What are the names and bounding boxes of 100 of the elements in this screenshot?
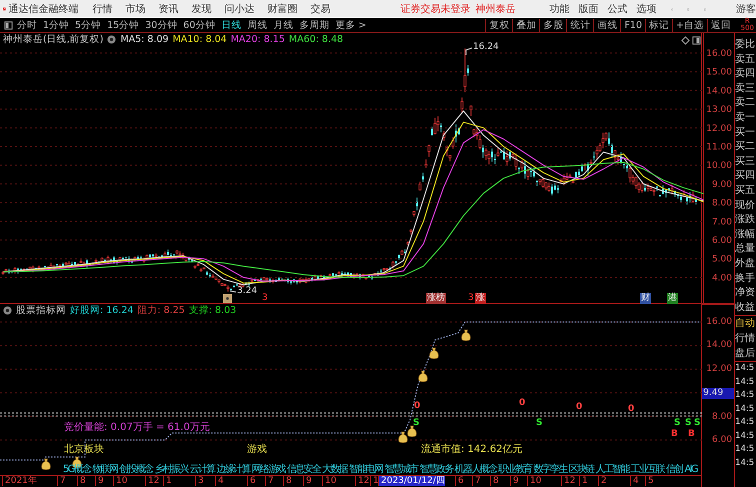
menu-item[interactable]: 财富圈 <box>268 2 298 16</box>
concept-link[interactable]: 云计算 <box>190 464 215 475</box>
concept-link[interactable]: 信创 <box>666 464 682 475</box>
signal-marker: 0 <box>576 402 582 412</box>
event-marker[interactable]: 3 <box>468 293 474 304</box>
low-price-label: 3.24 <box>237 286 258 296</box>
time-axis-label: 12 <box>145 476 160 486</box>
panel-toggle-icon[interactable] <box>692 36 701 45</box>
time-axis-label: 3 <box>195 476 204 486</box>
event-marker[interactable]: 财 <box>640 293 651 304</box>
period-tab[interactable]: 15分钟 <box>107 18 140 32</box>
concept-link[interactable]: 物联网 <box>92 464 118 475</box>
diamond-icon[interactable] <box>681 36 690 45</box>
menu-item[interactable]: 版面 <box>578 2 599 16</box>
concept-link[interactable]: 智慧城市 <box>384 464 418 475</box>
leader-line <box>466 48 472 56</box>
concept-link[interactable]: 人工智能 <box>595 464 629 475</box>
concept-link[interactable]: AIG <box>684 464 697 475</box>
money-bag-icon <box>461 330 471 341</box>
price-axis-label: 8.00 <box>712 198 732 209</box>
time-axis-label: 10 <box>322 476 336 486</box>
concept-link[interactable]: 创投概念 <box>119 464 152 475</box>
event-marker[interactable]: 3 <box>262 293 268 304</box>
quote-field-label: 卖一 <box>735 110 756 125</box>
concept-link[interactable]: 信息安全 <box>286 464 320 475</box>
menu-item[interactable]: 市场 <box>126 2 146 16</box>
concept-link[interactable]: 职业教育 <box>498 464 532 475</box>
time-axis-label: 9 <box>510 476 519 486</box>
quote-field-label: 买三 <box>735 154 756 169</box>
menu-item[interactable]: 行情 <box>92 2 113 16</box>
indicator-value: 支撑: 8.03 <box>188 304 236 317</box>
quote-field-label: 现价 <box>735 198 756 213</box>
user-label[interactable]: 游客 <box>736 2 756 16</box>
mode-tab[interactable]: 盘后 <box>735 346 756 362</box>
event-marker-icon[interactable] <box>223 294 232 303</box>
signal-marker: S <box>694 418 700 428</box>
price-axis-label: 6.00 <box>712 435 732 446</box>
menu-item[interactable]: 功能 <box>550 2 570 16</box>
settings-icon[interactable] <box>107 35 116 44</box>
menu-item[interactable]: 公式 <box>608 2 628 16</box>
quote-field-label: 净资 <box>735 286 756 300</box>
quote-field-label: 卖四 <box>735 67 756 82</box>
mode-tab[interactable]: 行情 <box>735 331 756 346</box>
period-tab[interactable]: 月线 <box>273 18 294 32</box>
concept-link[interactable]: 乡村振兴 <box>154 464 188 475</box>
event-marker[interactable]: 涨榜 <box>426 293 446 304</box>
time-axis-label: 2021年 <box>2 476 37 486</box>
period-tab[interactable]: 5分钟 <box>75 18 102 32</box>
period-tab[interactable]: 30分钟 <box>145 18 178 32</box>
time-axis-label: 8 <box>77 476 86 486</box>
concept-link[interactable]: 智慧政务 <box>419 464 453 475</box>
period-tab[interactable]: 周线 <box>247 18 268 32</box>
period-tab[interactable]: 分时 <box>17 18 37 32</box>
mode-tab[interactable]: 自动 <box>735 316 756 332</box>
concept-link[interactable]: 边缘计算 <box>216 464 250 475</box>
period-tab[interactable]: 1分钟 <box>43 18 70 32</box>
period-tab[interactable]: 多周期 <box>299 18 330 32</box>
time-axis-label: 4 <box>215 476 224 486</box>
concept-link[interactable]: 网络游戏 <box>252 464 285 475</box>
panel-toggle-icon[interactable] <box>4 20 13 30</box>
time-axis-label: 1 <box>579 476 588 486</box>
menu-item[interactable]: 发现 <box>192 2 212 16</box>
price-axis-label: 5.00 <box>712 254 732 265</box>
moving-average-label: MA10: 8.04 <box>172 34 227 45</box>
event-marker[interactable]: 涨 <box>475 293 486 304</box>
trade-time: 14:5 <box>735 416 756 430</box>
concept-link[interactable]: 5G概念 <box>63 464 90 475</box>
stock-name-link[interactable]: 神州泰岳 <box>476 2 516 16</box>
high-price-label: 16.24 <box>473 42 499 52</box>
concept-link[interactable]: 机器人概念 <box>454 464 496 475</box>
event-marker[interactable]: 港 <box>667 293 678 304</box>
period-tab[interactable]: 日线 <box>221 18 242 32</box>
quote-field-label: 卖五 <box>735 52 756 67</box>
concept-link[interactable]: 数字孪生 <box>533 464 567 475</box>
login-status[interactable]: 证券交易未登录 <box>400 2 471 16</box>
menu-item[interactable]: 选项 <box>636 2 657 16</box>
menu-item[interactable]: 交易 <box>310 2 331 16</box>
period-tab[interactable]: 60分钟 <box>183 18 216 32</box>
concept-link[interactable]: 区块链 <box>568 464 594 475</box>
menu-item[interactable]: 资讯 <box>158 2 179 16</box>
time-axis-label: 7 <box>265 476 274 486</box>
period-tab[interactable]: 更多 > <box>335 18 366 32</box>
settings-icon[interactable] <box>3 306 12 315</box>
chart-title: 神州泰岳(日线,前复权) <box>3 33 104 46</box>
concept-link[interactable]: 工业互联 <box>630 464 664 475</box>
quote-field-label: 涨跌 <box>735 213 756 228</box>
trade-time: 14:5 <box>735 362 756 376</box>
quote-field-label: 买一 <box>735 126 756 140</box>
time-axis-label: 6 <box>247 476 256 486</box>
time-axis-label: 2 <box>598 476 607 486</box>
money-bag-icon <box>407 426 417 437</box>
trade-time: 14:5 <box>735 456 756 470</box>
time-axis-label: 10 <box>527 476 542 486</box>
price-axis-label: 16.00 <box>706 49 732 59</box>
time-axis-label: 12 <box>355 476 370 486</box>
signal-marker: S <box>685 418 692 428</box>
concept-link[interactable]: 智能电网 <box>349 464 382 475</box>
concept-link[interactable]: 大数据 <box>322 464 348 475</box>
money-bag-icon <box>398 432 408 443</box>
menu-item[interactable]: 问小达 <box>224 2 255 16</box>
